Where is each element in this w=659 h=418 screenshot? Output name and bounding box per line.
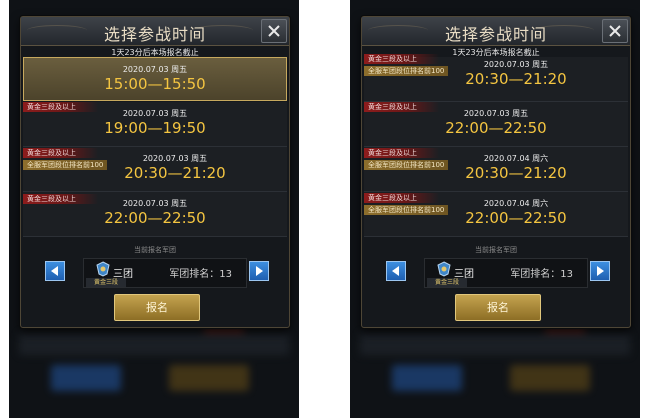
battle-time-dialog: 选择参战时间 1天23分后本场报名截止 2020.07.03 周五 15:00—… (20, 16, 290, 328)
time-slot[interactable]: 黄金三段及以上 全服军团段位排名前100 2020.07.03 周五 20:30… (364, 54, 628, 102)
next-legion-button[interactable] (590, 261, 610, 281)
close-button[interactable] (261, 19, 287, 43)
time-slot[interactable]: 2020.07.03 周五 15:00—15:50 (23, 57, 287, 101)
dialog-header: 选择参战时间 (362, 17, 630, 46)
dialog-title: 选择参战时间 (444, 25, 547, 44)
screen-left: 选择参战时间 1天23分后本场报名截止 2020.07.03 周五 15:00—… (9, 0, 299, 418)
slot-time: 20:30—21:20 (465, 70, 567, 88)
screen-right: 选择参战时间 1天23分后本场报名截止 黄金三段及以上 全服军团段位排名前100… (350, 0, 640, 418)
slot-date: 2020.07.03 周五 (122, 109, 188, 118)
legion-rank-badge: 黄金三段 (86, 278, 127, 287)
slot-date: 2020.07.03 周五 (463, 109, 529, 118)
registered-legion: 三团 黄金三段 军团排名：13 (83, 258, 247, 288)
time-slot[interactable]: 黄金三段及以上 全服军团段位排名前100 2020.07.04 周六 20:30… (364, 147, 628, 192)
time-slot[interactable]: 黄金三段及以上 2020.07.03 周五 19:00—19:50 (23, 102, 287, 147)
arrow-left-icon (51, 266, 58, 276)
battle-time-dialog: 选择参战时间 1天23分后本场报名截止 黄金三段及以上 全服军团段位排名前100… (361, 16, 631, 328)
dialog-header: 选择参战时间 (21, 17, 289, 46)
slot-time: 22:00—22:50 (445, 119, 547, 137)
slot-time: 15:00—15:50 (104, 75, 206, 93)
slot-date: 2020.07.03 周五 (483, 60, 549, 69)
close-button[interactable] (602, 19, 628, 43)
legion-rank-badge: 黄金三段 (427, 278, 468, 287)
legion-emblem-icon (95, 261, 111, 277)
next-legion-button[interactable] (249, 261, 269, 281)
arrow-right-icon (256, 266, 263, 276)
time-slot[interactable]: 黄金三段及以上 2020.07.03 周五 22:00—22:50 (23, 192, 287, 237)
registered-legion: 三团 黄金三段 军团排名：13 (424, 258, 588, 288)
slot-date: 2020.07.03 周五 (122, 199, 188, 208)
slot-time: 19:00—19:50 (104, 119, 206, 137)
prev-legion-button[interactable] (45, 261, 65, 281)
background-ui-blurred (350, 325, 640, 418)
prev-legion-button[interactable] (386, 261, 406, 281)
close-icon (268, 25, 280, 37)
close-icon (609, 25, 621, 37)
slot-date: 2020.07.04 周六 (483, 154, 549, 163)
slot-time: 22:00—22:50 (465, 209, 567, 227)
slot-time: 20:30—21:20 (124, 164, 226, 182)
time-slot[interactable]: 黄金三段及以上 全服军团段位排名前100 2020.07.04 周六 22:00… (364, 192, 628, 237)
dialog-title: 选择参战时间 (103, 25, 206, 44)
registered-legion-label: 当前报名军团 (134, 246, 176, 254)
legion-emblem-icon (436, 261, 452, 277)
slot-date: 2020.07.03 周五 (142, 154, 208, 163)
legion-ranking: 军团排名：13 (510, 269, 573, 280)
slot-date: 2020.07.03 周五 (122, 65, 188, 74)
signup-button[interactable]: 报名 (455, 294, 541, 321)
slot-time: 20:30—21:20 (465, 164, 567, 182)
arrow-right-icon (597, 266, 604, 276)
arrow-left-icon (392, 266, 399, 276)
signup-button[interactable]: 报名 (114, 294, 200, 321)
background-ui-blurred (9, 325, 299, 418)
registered-legion-label: 当前报名军团 (475, 246, 517, 254)
time-slot[interactable]: 黄金三段及以上 2020.07.03 周五 22:00—22:50 (364, 102, 628, 147)
slot-date: 2020.07.04 周六 (483, 199, 549, 208)
time-slot[interactable]: 黄金三段及以上 全服军团段位排名前100 2020.07.03 周五 20:30… (23, 147, 287, 192)
slot-time: 22:00—22:50 (104, 209, 206, 227)
legion-ranking: 军团排名：13 (169, 269, 232, 280)
